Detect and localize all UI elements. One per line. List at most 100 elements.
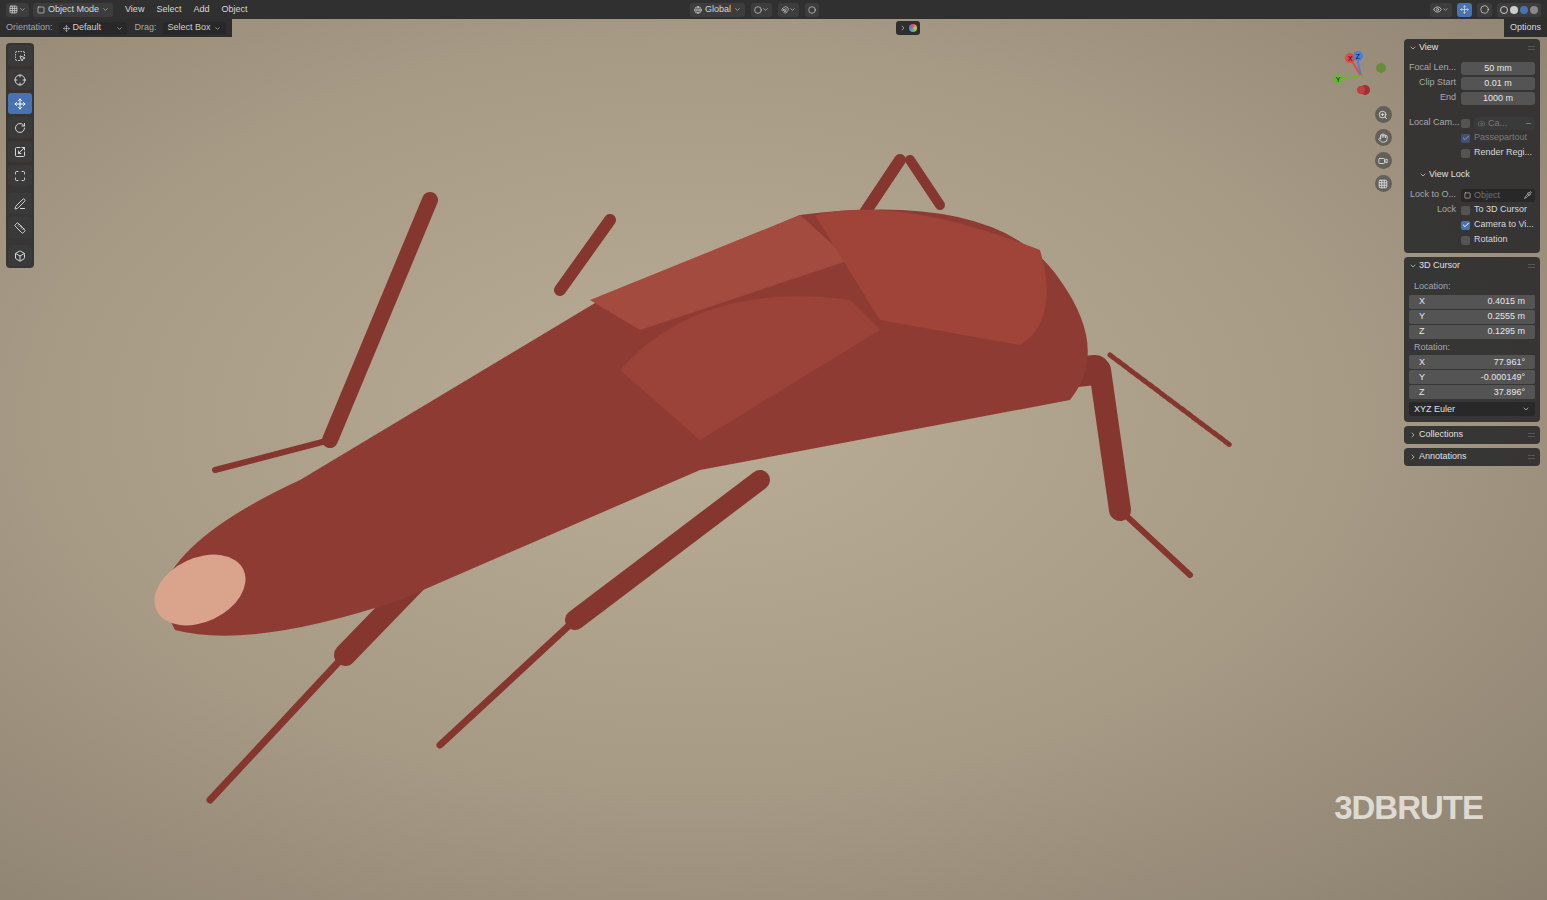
navigation-gizmo[interactable]: YXZ	[1333, 50, 1393, 100]
x-axis-label: X	[1348, 55, 1353, 62]
chevron-icon	[214, 25, 221, 32]
checkbox-row: Rotation	[1409, 233, 1535, 247]
local-camera-row: Local Cam... Ca...	[1409, 116, 1535, 130]
tool-button[interactable]	[8, 193, 32, 214]
tool-button[interactable]	[8, 93, 32, 114]
orientation-label: Orientation:	[6, 21, 53, 35]
chevron-icon	[1409, 431, 1417, 439]
rendered-icon	[1530, 6, 1538, 14]
checkbox-label[interactable]: Passepartout	[1474, 131, 1527, 145]
tool-button[interactable]	[8, 245, 32, 266]
axis-value: 0.4015 m	[1459, 295, 1525, 308]
tool-button[interactable]	[8, 45, 32, 66]
axis-field[interactable]: Y-0.000149°	[1409, 370, 1535, 384]
object-field[interactable]: Object	[1461, 189, 1535, 202]
nav-button[interactable]	[1375, 129, 1392, 146]
shading-buttons[interactable]	[1497, 3, 1541, 17]
camera-field[interactable]: Ca...	[1474, 117, 1535, 130]
measure-tool-icon	[14, 222, 26, 234]
3d-viewport[interactable]: Orientation:DefaultDrag:Select BoxOption…	[0, 19, 1547, 900]
axis-value: 0.2555 m	[1459, 310, 1525, 323]
checkbox-label[interactable]: Render Regi...	[1474, 146, 1532, 160]
orientation-icon	[63, 25, 70, 32]
field-label: Lock to O...	[1409, 188, 1461, 202]
nav-button[interactable]	[1375, 152, 1392, 169]
drag-grip-icon	[1528, 264, 1535, 268]
checkbox[interactable]	[1461, 206, 1470, 215]
field-label: End	[1409, 91, 1461, 105]
axis-field[interactable]: Z37.896°	[1409, 385, 1535, 399]
clear-icon	[1526, 123, 1531, 124]
object-mode-icon	[37, 6, 45, 14]
checkbox[interactable]	[1461, 134, 1470, 143]
menu-item[interactable]: Object	[221, 3, 247, 17]
tool-button[interactable]	[8, 165, 32, 186]
chevron-icon	[19, 6, 26, 13]
blender-window: Object Mode View Select Add Object Global Orie…	[0, 0, 1547, 900]
material-icon	[1520, 6, 1528, 14]
row-label: Lock	[1409, 203, 1461, 217]
field-value[interactable]: 0.01 m	[1461, 77, 1535, 90]
tool-button[interactable]	[8, 117, 32, 138]
checkbox[interactable]	[1461, 236, 1470, 245]
options-button[interactable]: Options	[1504, 19, 1547, 37]
tool-button[interactable]	[8, 141, 32, 162]
transform-orientation-dropdown[interactable]: Default	[59, 22, 127, 35]
subpanel-header[interactable]: View Lock	[1409, 167, 1535, 183]
axis-field[interactable]: Y0.2555 m	[1409, 310, 1535, 324]
panel-header[interactable]: Annotations	[1409, 450, 1535, 464]
field-label: Local Cam...	[1409, 116, 1461, 130]
nav-icon	[1378, 156, 1388, 166]
field-label: Focal Len...	[1409, 61, 1461, 75]
editor-type-button[interactable]	[6, 3, 29, 17]
nav-button[interactable]	[1375, 175, 1392, 192]
sidebar-panel: Annotations	[1404, 448, 1540, 466]
orientation-dropdown[interactable]: Global	[690, 3, 745, 17]
pivot-button[interactable]	[751, 3, 772, 17]
field-value[interactable]: 1000 m	[1461, 92, 1535, 105]
drag-dropdown[interactable]: Select Box	[163, 22, 226, 35]
checkbox-row: Lock To 3D Cursor	[1409, 203, 1535, 217]
chevron-icon	[1409, 262, 1417, 270]
checkbox-label[interactable]: To 3D Cursor	[1474, 203, 1527, 217]
tool-button[interactable]	[8, 69, 32, 90]
checkbox[interactable]	[1461, 149, 1470, 158]
field-row: End1000 m	[1409, 91, 1535, 105]
chevron-icon	[116, 25, 123, 32]
overlay-toggle[interactable]	[1477, 3, 1492, 17]
proportional-button[interactable]	[805, 3, 819, 17]
chevron-icon	[762, 6, 769, 13]
field-row: Focal Len...50 mm	[1409, 61, 1535, 75]
snap-button[interactable]	[778, 3, 799, 17]
checkbox[interactable]	[1461, 221, 1470, 230]
asset-shelf-toggle[interactable]	[896, 21, 920, 35]
tool-button[interactable]	[8, 217, 32, 238]
axis-label: Z	[1419, 325, 1459, 338]
panel-header[interactable]: View	[1409, 41, 1535, 55]
axis-field[interactable]: Z0.1295 m	[1409, 325, 1535, 339]
rotation-mode-select[interactable]: XYZ Euler	[1409, 402, 1535, 416]
lock-object-row: Lock to O...Object	[1409, 188, 1535, 202]
menu-item[interactable]: Select	[156, 3, 181, 17]
menu-item[interactable]: View	[125, 3, 144, 17]
mode-dropdown[interactable]: Object Mode	[33, 3, 113, 17]
menu-item[interactable]: Add	[193, 3, 209, 17]
field-value[interactable]: 50 mm	[1461, 62, 1535, 75]
checkbox[interactable]	[1461, 119, 1470, 128]
chevron-icon	[899, 24, 907, 32]
nav-button[interactable]	[1375, 106, 1392, 123]
gizmo-toggle[interactable]	[1457, 3, 1472, 17]
sidebar-panel: View Focal Len...50 mmClip Start0.01 mEnd…	[1404, 39, 1540, 253]
checkbox-label[interactable]: Camera to Vi...	[1474, 218, 1534, 232]
panel-header[interactable]: 3D Cursor	[1409, 259, 1535, 273]
axis-field[interactable]: X77.961°	[1409, 355, 1535, 369]
cursor-tool-icon	[14, 74, 26, 86]
axis-field[interactable]: X0.4015 m	[1409, 295, 1535, 309]
eyedropper-icon	[1524, 191, 1532, 199]
field-row: Clip Start0.01 m	[1409, 76, 1535, 90]
visibility-button[interactable]	[1430, 3, 1452, 17]
checkbox-label[interactable]: Rotation	[1474, 233, 1508, 247]
panel-header[interactable]: Collections	[1409, 428, 1535, 442]
gizmo-icon	[1460, 5, 1469, 14]
sidebar: View Focal Len...50 mmClip Start0.01 mEnd…	[1404, 39, 1540, 466]
